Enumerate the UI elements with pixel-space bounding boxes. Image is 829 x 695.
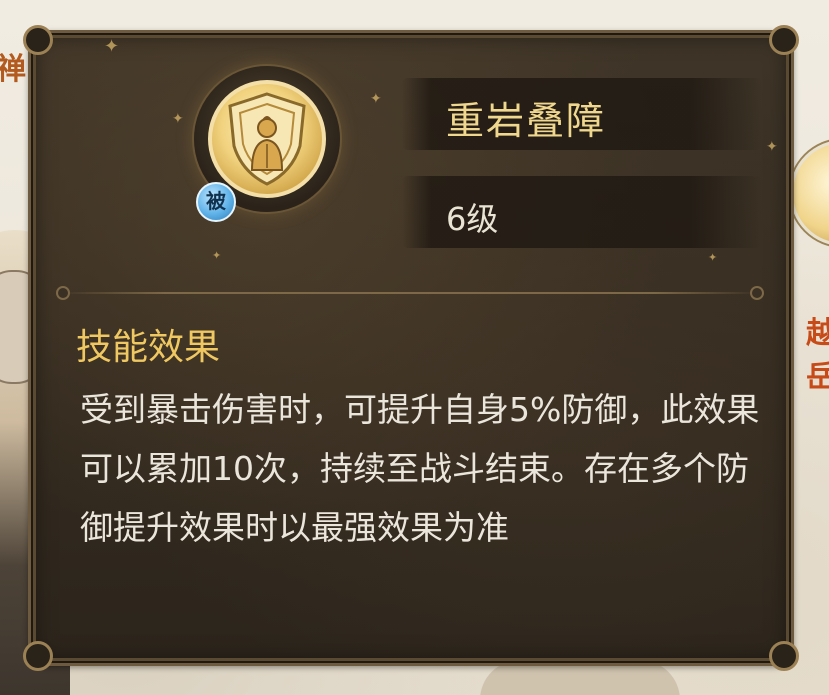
skill-icon xyxy=(208,80,326,198)
panel-corner-ornament xyxy=(23,25,53,55)
game-screen: 禅 越岳 ✦ ✦ ✦ ✦ ✦ ✦ 被 重岩叠障 6级 技能效果 受到暴击伤害时，… xyxy=(0,0,829,695)
background-label-left: 禅 xyxy=(0,52,26,87)
background-label-right: 越岳 xyxy=(806,316,829,395)
passive-badge: 被 xyxy=(196,182,236,222)
sparkle-icon: ✦ xyxy=(104,36,120,57)
divider-ornament xyxy=(750,286,764,300)
background-portrait-right[interactable] xyxy=(790,140,829,246)
sparkle-icon: ✦ xyxy=(370,91,382,107)
sparkle-icon: ✦ xyxy=(172,111,184,127)
divider-ornament xyxy=(56,286,70,300)
sparkle-icon: ✦ xyxy=(212,249,222,262)
skill-level: 6级 xyxy=(446,200,499,238)
panel-corner-ornament xyxy=(769,25,799,55)
sparkle-icon: ✦ xyxy=(708,251,718,264)
shield-figure-icon xyxy=(228,92,306,186)
skill-description: 受到暴击伤害时，可提升自身5%防御，此效果可以累加10次，持续至战斗结束。存在多… xyxy=(80,390,760,547)
sparkle-icon: ✦ xyxy=(766,139,778,155)
effect-section-title: 技能效果 xyxy=(76,327,221,368)
panel-corner-ornament xyxy=(23,641,53,671)
panel-corner-ornament xyxy=(769,641,799,671)
section-divider xyxy=(60,292,760,294)
skill-name: 重岩叠障 xyxy=(446,99,607,143)
